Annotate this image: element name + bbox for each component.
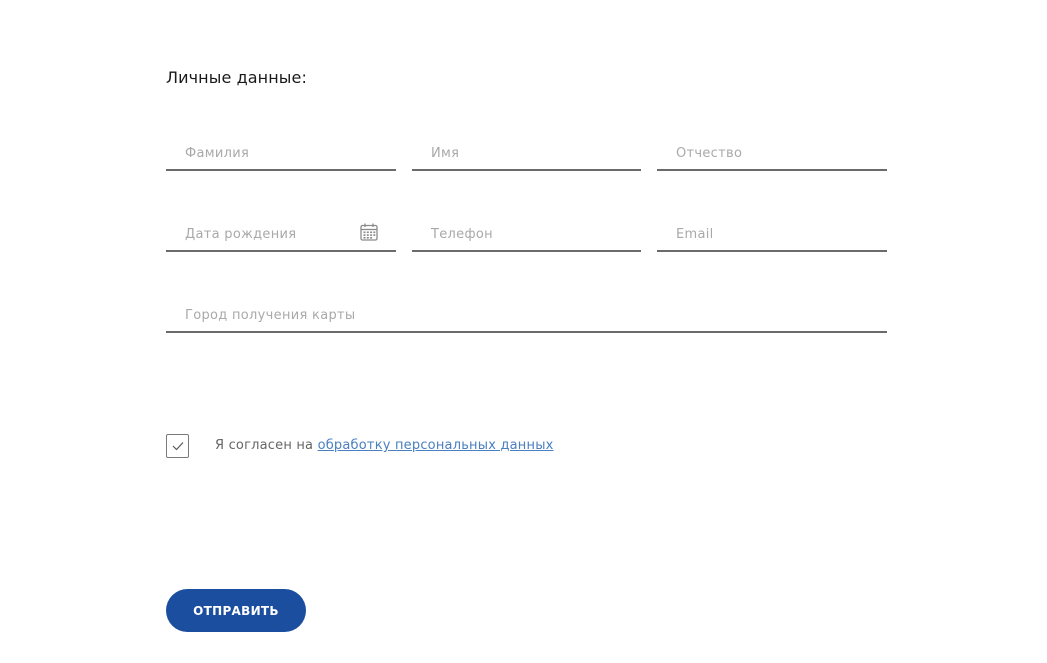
birthdate-field <box>166 218 396 252</box>
section-title: Личные данные: <box>166 68 307 87</box>
middlename-field <box>657 137 887 171</box>
calendar-icon[interactable] <box>360 223 378 241</box>
consent-text: Я согласен на <box>215 438 318 453</box>
phone-field <box>412 218 641 252</box>
consent-label: Я согласен на обработку персональных дан… <box>215 438 554 453</box>
firstname-input[interactable] <box>412 137 641 169</box>
middlename-input[interactable] <box>657 137 887 169</box>
phone-input[interactable] <box>412 218 641 250</box>
consent-checkbox[interactable] <box>166 434 189 458</box>
firstname-field <box>412 137 641 171</box>
email-field <box>657 218 887 252</box>
personal-data-form: Личные данные: Фамилия Имя Отчество Дата… <box>0 0 1047 663</box>
personal-data-link[interactable]: обработку персональных данных <box>318 438 554 453</box>
lastname-input[interactable] <box>166 137 396 169</box>
lastname-field <box>166 137 396 171</box>
city-input[interactable] <box>166 299 887 331</box>
submit-button[interactable]: ОТПРАВИТЬ <box>166 589 306 632</box>
checkmark-icon <box>172 442 184 451</box>
city-field <box>166 299 887 333</box>
email-input[interactable] <box>657 218 887 250</box>
